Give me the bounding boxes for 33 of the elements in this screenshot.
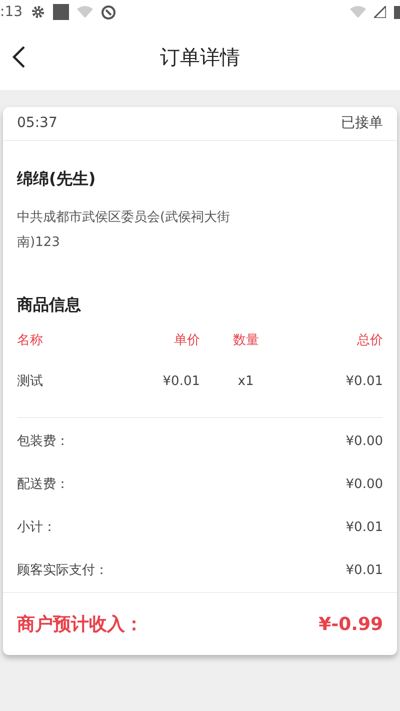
order-status: 已接单 <box>341 114 383 133</box>
customer-address: 中共成都市武侯区委员会(武侯祠大街南)123 <box>17 209 232 252</box>
back-icon[interactable] <box>12 46 26 68</box>
circle-icon <box>100 4 116 20</box>
customer-name: 绵绵(先生) <box>17 168 97 190</box>
section-title: 商品信息 <box>17 294 82 316</box>
table-cell: ¥0.01 <box>346 374 383 388</box>
table-cell: x1 <box>238 374 254 388</box>
fee-value: ¥0.00 <box>346 476 383 494</box>
status-time: :13 <box>0 2 23 22</box>
fee-label: 小计： <box>17 518 56 537</box>
fee-value: ¥0.00 <box>346 432 383 451</box>
wifi-icon <box>76 6 93 18</box>
fee-label: 包装费： <box>17 432 69 451</box>
battery-icon <box>394 5 400 19</box>
order-time: 05:37 <box>17 114 58 133</box>
table-cell: 测试 <box>17 374 43 388</box>
column-header: 名称 <box>17 333 43 348</box>
wifi-icon <box>350 6 366 18</box>
column-header: 总价 <box>357 333 383 348</box>
fee-value: ¥0.01 <box>346 562 383 580</box>
column-header: 单价 <box>174 333 200 348</box>
column-header: 数量 <box>232 333 259 348</box>
square-icon <box>52 4 69 20</box>
fee-value: ¥0.01 <box>346 518 383 537</box>
settings-icon <box>30 5 45 19</box>
fee-label: 配送费： <box>17 476 69 494</box>
income-label: 商户预计收入： <box>17 612 143 636</box>
fee-label: 顾客实际支付： <box>17 562 108 580</box>
page-title: 订单详情 <box>160 45 240 69</box>
income-value: ¥-0.99 <box>318 612 383 636</box>
table-cell: ¥0.01 <box>162 374 200 388</box>
signal-icon <box>374 6 386 18</box>
